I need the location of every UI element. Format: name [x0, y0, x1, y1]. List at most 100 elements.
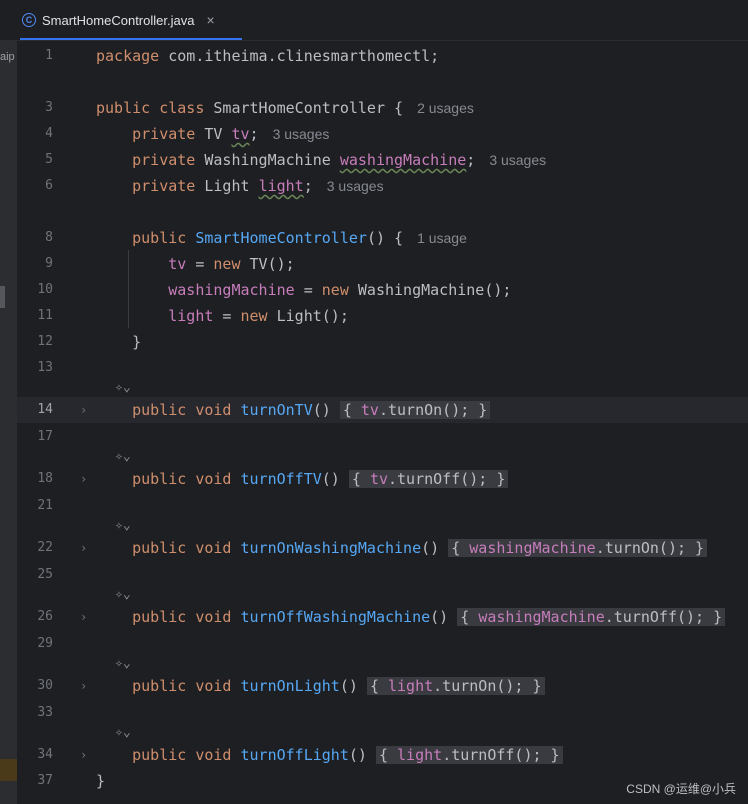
closing-brace: }	[96, 772, 106, 790]
class-icon: C	[22, 13, 36, 27]
fold-expand-icon[interactable]: ›	[80, 535, 87, 561]
semicolon: ;	[303, 177, 313, 195]
usages-hint[interactable]: 2 usages	[417, 100, 474, 116]
panel-text-fragment: aip	[0, 51, 15, 63]
folded-body[interactable]: { tv.turnOff(); }	[348, 470, 509, 488]
line-number: 3	[45, 100, 53, 115]
fold-expand-icon[interactable]: ›	[80, 742, 87, 768]
field-name: tv	[168, 255, 187, 273]
keyword: public	[132, 229, 187, 247]
ai-action-icon[interactable]: ✧⌄	[115, 446, 131, 468]
close-icon[interactable]: ×	[206, 12, 214, 28]
code-line: 6 private Light light; 3 usages	[17, 173, 748, 199]
code-line-current: 14 › public void turnOnTV() { tv.turnOn(…	[17, 397, 748, 423]
ai-action-icon[interactable]: ✧⌄	[115, 515, 131, 537]
code-line: 22 › public void turnOnWashingMachine() …	[17, 535, 748, 561]
line-number: 21	[37, 498, 53, 513]
line-number: 18	[37, 471, 53, 486]
usages-hint[interactable]: 3 usages	[327, 178, 384, 194]
usages-hint[interactable]: 3 usages	[489, 152, 546, 168]
method-call: .turnOn();	[378, 401, 470, 419]
file-tab[interactable]: C SmartHomeController.java ×	[22, 0, 215, 40]
line-number: 22	[37, 540, 53, 555]
keyword: new	[321, 281, 349, 299]
project-panel-edge: aip	[0, 41, 17, 804]
method-name: turnOffTV	[240, 470, 322, 488]
folded-body[interactable]: { tv.turnOn(); }	[339, 401, 491, 419]
line-number: 11	[37, 308, 53, 323]
class-declaration: SmartHomeController {	[204, 99, 404, 117]
keyword: new	[213, 255, 241, 273]
code-line: 30 › public void turnOnLight() { light.t…	[17, 673, 748, 699]
field-name: light	[168, 307, 214, 325]
type-name: Light	[195, 177, 259, 195]
method-name: turnOnWashingMachine	[240, 539, 422, 557]
keyword: public class	[96, 99, 205, 117]
folded-body[interactable]: { light.turnOn(); }	[366, 677, 545, 695]
line-number: 8	[45, 230, 53, 245]
method-name: turnOffWashingMachine	[240, 608, 431, 626]
package-name: com.itheima.clinesmarthomectl;	[159, 47, 440, 65]
keyword: public void	[132, 539, 232, 557]
expression: WashingMachine();	[348, 281, 512, 299]
code-line: 26 › public void turnOffWashingMachine()…	[17, 604, 748, 630]
operator: =	[186, 255, 214, 273]
editor-tab-bar: C SmartHomeController.java ×	[0, 0, 748, 41]
code-line: 9 tv = new TV();	[17, 251, 748, 277]
line-number: 5	[45, 152, 53, 167]
closing-brace: }	[132, 333, 142, 351]
field-name: tv	[231, 125, 250, 143]
fold-expand-icon[interactable]: ›	[80, 397, 87, 423]
keyword: public void	[132, 746, 232, 764]
line-number: 26	[37, 609, 53, 624]
code-line: 10 washingMachine = new WashingMachine()…	[17, 277, 748, 303]
semicolon: ;	[466, 151, 476, 169]
method-call: .turnOn();	[433, 677, 524, 695]
field-name: washingMachine	[469, 539, 596, 557]
type-name: WashingMachine	[195, 151, 340, 169]
method-name: turnOnLight	[240, 677, 340, 695]
usages-hint[interactable]: 1 usage	[417, 230, 467, 246]
keyword: private	[132, 125, 196, 143]
ai-action-icon[interactable]: ✧⌄	[115, 584, 131, 606]
line-number: 12	[37, 334, 53, 349]
usages-hint[interactable]: 3 usages	[273, 126, 330, 142]
code-line: 34 › public void turnOffLight() { light.…	[17, 742, 748, 768]
type-name: TV	[195, 125, 232, 143]
field-name: tv	[360, 401, 379, 419]
line-number: 6	[45, 178, 53, 193]
keyword: package	[96, 47, 160, 65]
line-number: 1	[45, 48, 53, 63]
folded-body[interactable]: { light.turnOff(); }	[375, 746, 563, 764]
keyword: public void	[132, 470, 232, 488]
line-number: 17	[37, 429, 53, 444]
file-tab-label: SmartHomeController.java	[42, 12, 195, 28]
line-number: 30	[37, 678, 53, 693]
ai-action-icon[interactable]: ✧⌄	[115, 722, 131, 744]
expression: Light();	[267, 307, 349, 325]
code-line: 18 › public void turnOffTV() { tv.turnOf…	[17, 466, 748, 492]
fold-expand-icon[interactable]: ›	[80, 673, 87, 699]
method-name: turnOnTV	[240, 401, 313, 419]
field-name: light	[397, 746, 443, 764]
fold-expand-icon[interactable]: ›	[80, 604, 87, 630]
punctuation: () {	[366, 229, 404, 247]
keyword: new	[240, 307, 268, 325]
operator: =	[213, 307, 241, 325]
keyword: private	[132, 177, 196, 195]
line-number: 13	[37, 360, 53, 375]
code-line: 3 public class SmartHomeController { 2 us…	[17, 95, 748, 121]
folded-body[interactable]: { washingMachine.turnOn(); }	[448, 539, 708, 557]
folded-body[interactable]: { washingMachine.turnOff(); }	[457, 608, 726, 626]
code-line: 4 private TV tv; 3 usages	[17, 121, 748, 147]
fold-expand-icon[interactable]: ›	[80, 466, 87, 492]
line-number: 33	[37, 705, 53, 720]
ai-action-icon[interactable]: ✧⌄	[115, 377, 131, 399]
code-line: 5 private WashingMachine washingMachine;…	[17, 147, 748, 173]
keyword: private	[132, 151, 196, 169]
operator: =	[294, 281, 322, 299]
method-name: turnOffLight	[240, 746, 349, 764]
constructor-name: SmartHomeController	[186, 229, 367, 247]
expression: TV();	[240, 255, 295, 273]
ai-action-icon[interactable]: ✧⌄	[115, 653, 131, 675]
